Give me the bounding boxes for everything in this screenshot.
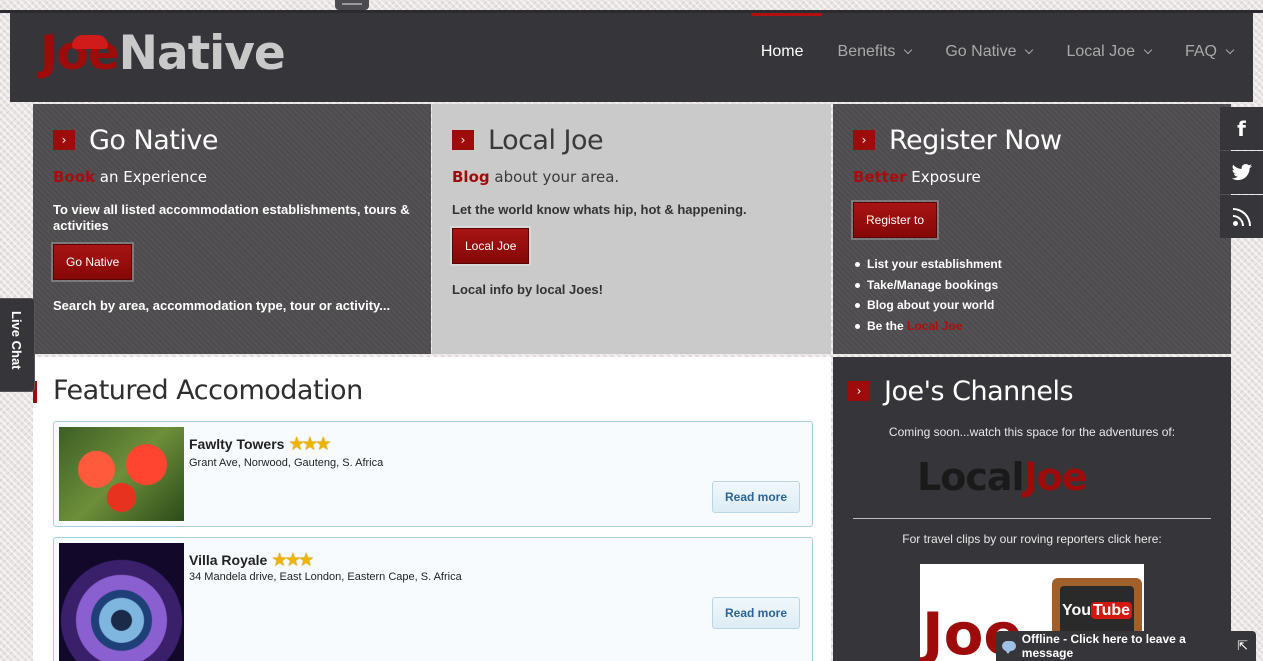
live-chat-tab[interactable]: Live Chat: [0, 298, 35, 392]
list-item: List your establishment: [853, 254, 1211, 275]
register-button[interactable]: Register to: [853, 202, 938, 238]
local-joe-title: Local Joe: [488, 124, 604, 156]
chevron-right-icon: ›: [53, 130, 75, 150]
chevron-down-icon: [1225, 45, 1235, 55]
site-header: JoeNative Home Benefits Go Native Local …: [10, 13, 1253, 102]
featured-section: Featured Accomodation Fawlty Towers ★★★ G…: [33, 357, 831, 661]
accommodation-card: Fawlty Towers ★★★ Grant Ave, Norwood, Gau…: [53, 421, 813, 527]
local-joe-heading: › Local Joe: [452, 125, 811, 156]
chat-bubble-icon: [1002, 641, 1016, 654]
nav-home[interactable]: Home: [761, 43, 804, 61]
accommodation-name: Fawlty Towers ★★★: [189, 434, 330, 454]
local-joe-description: Let the world know whats hip, hot & happ…: [452, 202, 747, 217]
rss-icon[interactable]: [1220, 195, 1263, 238]
go-native-heading: › Go Native: [53, 125, 411, 156]
nav-benefits[interactable]: Benefits: [837, 43, 913, 61]
lead-text: about your area.: [489, 168, 620, 186]
twitter-icon[interactable]: [1220, 151, 1263, 194]
accommodation-name: Villa Royale ★★★: [189, 550, 313, 570]
register-lead: Better Exposure: [853, 168, 1211, 186]
chevron-right-icon: ›: [853, 130, 875, 150]
list-item: Be the Local Joe: [853, 316, 1211, 337]
list-item-prefix: Be the: [867, 318, 908, 333]
register-panel: › Register Now Better Exposure Register …: [833, 104, 1231, 354]
coming-soon-text: Coming soon...watch this space for the a…: [888, 425, 1176, 439]
chevron-down-icon: [1143, 45, 1153, 55]
read-more-button[interactable]: Read more: [712, 597, 800, 629]
travel-clips-text: For travel clips by our roving reporters…: [902, 532, 1162, 546]
lead-text: Exposure: [906, 168, 981, 186]
register-title: Register Now: [889, 124, 1062, 156]
local-joe-footer: Local info by local Joes!: [452, 282, 603, 297]
go-native-panel: › Go Native Book an Experience To view a…: [33, 104, 431, 354]
nav-benefits-label: Benefits: [837, 43, 896, 60]
go-native-button[interactable]: Go Native: [53, 244, 133, 280]
offline-chat-bar[interactable]: Offline - Click here to leave a message …: [996, 631, 1256, 661]
nav-go-native[interactable]: Go Native: [945, 43, 1034, 61]
chevron-right-icon: ›: [452, 130, 474, 150]
channels-heading: › Joe's Channels: [848, 376, 1074, 407]
local-joe-link[interactable]: Local Joe: [907, 319, 962, 333]
twitter-bird-icon: [1231, 164, 1252, 181]
chevron-down-icon: [904, 45, 913, 55]
register-benefits-list: List your establishment Take/Manage book…: [853, 254, 1211, 336]
accommodation-address: 34 Mandela drive, East London, Eastern C…: [189, 571, 462, 583]
list-item: Blog about your world: [853, 295, 1211, 316]
logo-joe-text: Joe: [1023, 455, 1088, 499]
go-native-description: To view all listed accommodation establi…: [53, 202, 410, 233]
list-item: Take/Manage bookings: [853, 275, 1211, 296]
accommodation-thumbnail[interactable]: [59, 543, 184, 661]
lead-text: an Experience: [95, 168, 207, 186]
accommodation-name-text[interactable]: Fawlty Towers: [189, 436, 284, 452]
nav-home-label: Home: [760, 43, 804, 60]
nav-go-native-label: Go Native: [945, 43, 1017, 60]
channels-title: Joe's Channels: [884, 375, 1074, 407]
logo-native-text: Native: [118, 26, 286, 81]
local-joe-lead: Blog about your area.: [452, 168, 811, 186]
red-cap-icon: [72, 35, 108, 49]
lead-highlight: Better: [853, 168, 907, 186]
nav-local-joe[interactable]: Local Joe: [1066, 43, 1153, 61]
logo-local-text: Local: [917, 455, 1025, 499]
go-native-footer: Search by area, accommodation type, tour…: [53, 298, 391, 313]
nav-active-indicator: [752, 13, 822, 16]
featured-title: Featured Accomodation: [53, 375, 363, 406]
live-chat-label: Live Chat: [9, 311, 24, 370]
accommodation-thumbnail[interactable]: [59, 427, 184, 521]
local-joe-button[interactable]: Local Joe: [452, 228, 530, 264]
go-native-title: Go Native: [89, 124, 218, 156]
facebook-icon[interactable]: f: [1220, 107, 1263, 150]
star-rating-icon: ★★★: [289, 436, 330, 453]
chevron-down-icon: [1025, 45, 1034, 55]
go-native-lead: Book an Experience: [53, 168, 411, 186]
yt-you: You: [1061, 602, 1091, 619]
yt-tube: Tube: [1091, 602, 1133, 619]
star-rating-icon: ★★★: [272, 552, 313, 569]
local-joe-logo[interactable]: LocalJoe: [917, 455, 1088, 499]
main-nav: Home Benefits Go Native Local Joe FAQ: [727, 43, 1235, 61]
nav-faq[interactable]: FAQ: [1184, 43, 1235, 61]
divider: [853, 518, 1211, 519]
local-joe-panel: › Local Joe Blog about your area. Let th…: [432, 104, 831, 354]
nav-faq-label: FAQ: [1184, 43, 1217, 60]
register-heading: › Register Now: [853, 125, 1211, 156]
youtube-icon: You Tube: [1061, 602, 1133, 620]
accommodation-card: Villa Royale ★★★ 34 Mandela drive, East L…: [53, 537, 813, 661]
accommodation-address: Grant Ave, Norwood, Gauteng, S. Africa: [189, 457, 384, 469]
expand-icon[interactable]: ⇱: [1237, 639, 1248, 654]
social-sidebar: f: [1220, 107, 1263, 239]
chevron-right-icon: ›: [848, 381, 870, 401]
top-handle[interactable]: [335, 0, 369, 10]
site-logo[interactable]: JoeNative: [40, 26, 286, 81]
rss-glyph-icon: [1232, 207, 1251, 226]
offline-message: Offline - Click here to leave a message: [1021, 632, 1186, 660]
channels-section: › Joe's Channels Coming soon...watch thi…: [833, 357, 1231, 661]
nav-local-joe-label: Local Joe: [1066, 43, 1135, 60]
accommodation-name-text[interactable]: Villa Royale: [189, 552, 267, 568]
lead-highlight: Book: [53, 168, 96, 186]
lead-highlight: Blog: [452, 168, 490, 186]
read-more-button[interactable]: Read more: [712, 481, 800, 513]
